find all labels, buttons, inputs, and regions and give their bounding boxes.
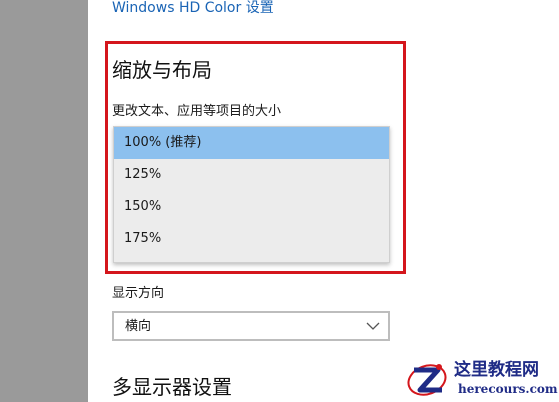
scale-layout-title: 缩放与布局 xyxy=(112,58,212,82)
change-size-label: 更改文本、应用等项目的大小 xyxy=(112,104,282,119)
orientation-label: 显示方向 xyxy=(112,286,165,301)
left-sidebar-background xyxy=(0,0,88,402)
watermark-text-cn: 这里教程网 xyxy=(454,360,539,380)
scale-option-150[interactable]: 150% xyxy=(114,191,389,223)
scale-option-100[interactable]: 100% (推荐) xyxy=(114,127,389,159)
chevron-down-icon xyxy=(366,322,380,330)
watermark: 这里教程网 herecours.com xyxy=(404,352,559,402)
multi-display-title: 多显示器设置 xyxy=(112,375,232,399)
scale-option-175[interactable]: 175% xyxy=(114,223,389,255)
orientation-select[interactable]: 横向 xyxy=(112,311,390,341)
windows-hd-color-settings-link[interactable]: Windows HD Color 设置 xyxy=(112,0,274,16)
scale-option-125[interactable]: 125% xyxy=(114,159,389,191)
watermark-text-en: herecours.com xyxy=(458,382,558,396)
site-logo-icon xyxy=(407,364,447,396)
scale-dropdown-list: 100% (推荐) 125% 150% 175% xyxy=(113,126,390,263)
orientation-value: 横向 xyxy=(125,319,152,334)
